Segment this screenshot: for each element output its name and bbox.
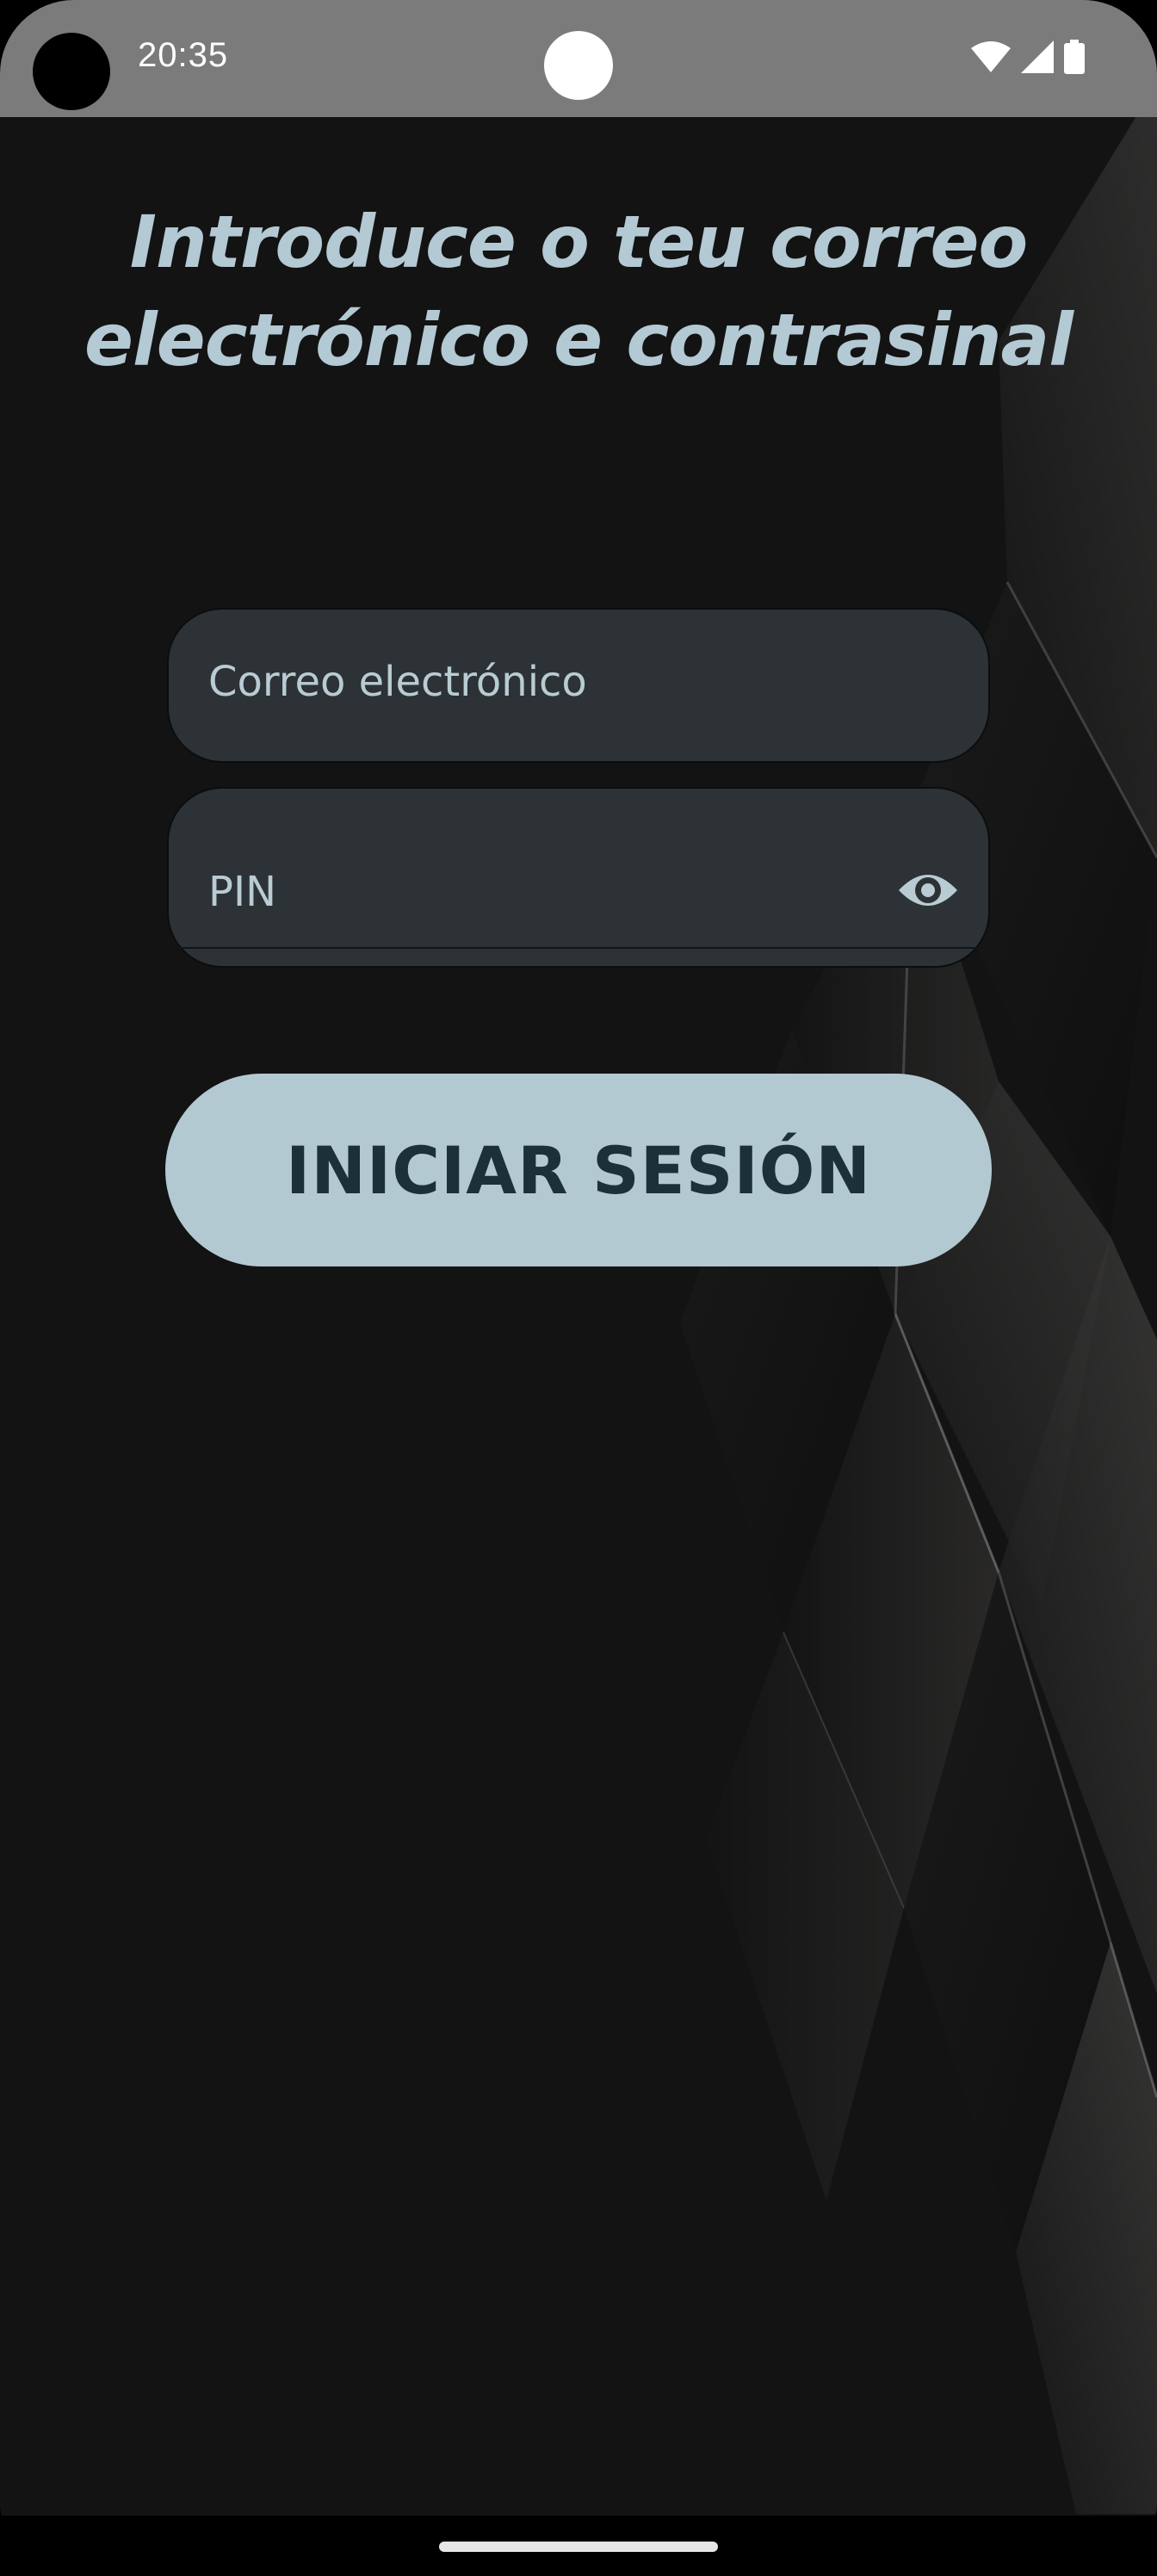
background-pattern: [0, 117, 1157, 2514]
camera-cutout: [33, 33, 110, 110]
pin-field[interactable]: PIN: [167, 787, 990, 968]
status-icons: [971, 40, 1085, 74]
login-button[interactable]: INICIAR SESIÓN: [165, 1074, 992, 1266]
phone-screen: 20:35 Introduce o teu correo electrónico…: [0, 0, 1157, 2576]
home-indicator[interactable]: [439, 2542, 718, 2552]
page-title-line-1: Introduce o teu correo: [129, 200, 1028, 284]
email-field-placeholder: Correo electrónico: [208, 658, 587, 706]
page-title-line-2: electrónico e contrasinal: [84, 298, 1073, 382]
pin-field-placeholder: PIN: [208, 868, 277, 916]
signal-icon: [1021, 40, 1054, 73]
wifi-icon: [971, 41, 1011, 72]
notification-dot: [544, 31, 613, 100]
pin-field-underline: [172, 947, 985, 949]
email-field[interactable]: Correo electrónico: [167, 608, 990, 763]
page-title: Introduce o teu correo electrónico e con…: [34, 193, 1123, 389]
status-bar: 20:35: [0, 0, 1157, 117]
status-time: 20:35: [138, 36, 229, 74]
battery-icon: [1064, 40, 1085, 74]
eye-icon[interactable]: [897, 868, 959, 913]
